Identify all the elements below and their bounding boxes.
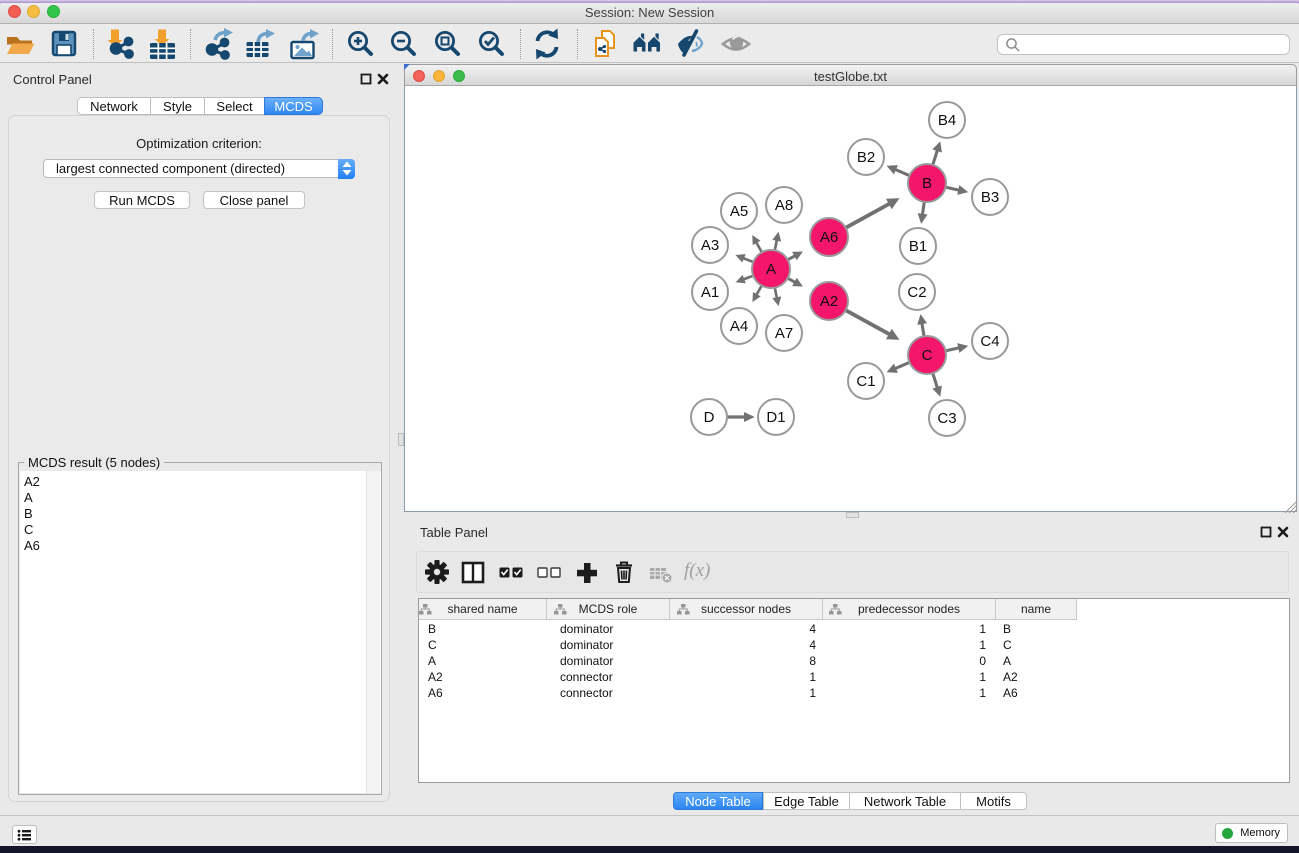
svg-text:B: B [922, 175, 932, 192]
svg-text:D1: D1 [766, 409, 785, 426]
svg-text:A1: A1 [701, 284, 719, 301]
svg-text:A: A [766, 261, 776, 278]
svg-text:A5: A5 [730, 203, 748, 220]
svg-text:C2: C2 [907, 284, 926, 301]
svg-text:A3: A3 [701, 237, 719, 254]
svg-text:A4: A4 [730, 318, 748, 335]
svg-text:C4: C4 [980, 333, 999, 350]
svg-text:B4: B4 [938, 112, 956, 129]
svg-text:C1: C1 [856, 373, 875, 390]
svg-text:B1: B1 [909, 238, 927, 255]
svg-text:C3: C3 [937, 410, 956, 427]
svg-text:B3: B3 [981, 189, 999, 206]
svg-text:A8: A8 [775, 197, 793, 214]
svg-text:A7: A7 [775, 325, 793, 342]
svg-text:C: C [922, 347, 933, 364]
svg-text:B2: B2 [857, 149, 875, 166]
svg-text:A2: A2 [820, 293, 838, 310]
svg-text:D: D [704, 409, 715, 426]
svg-text:A6: A6 [820, 229, 838, 246]
